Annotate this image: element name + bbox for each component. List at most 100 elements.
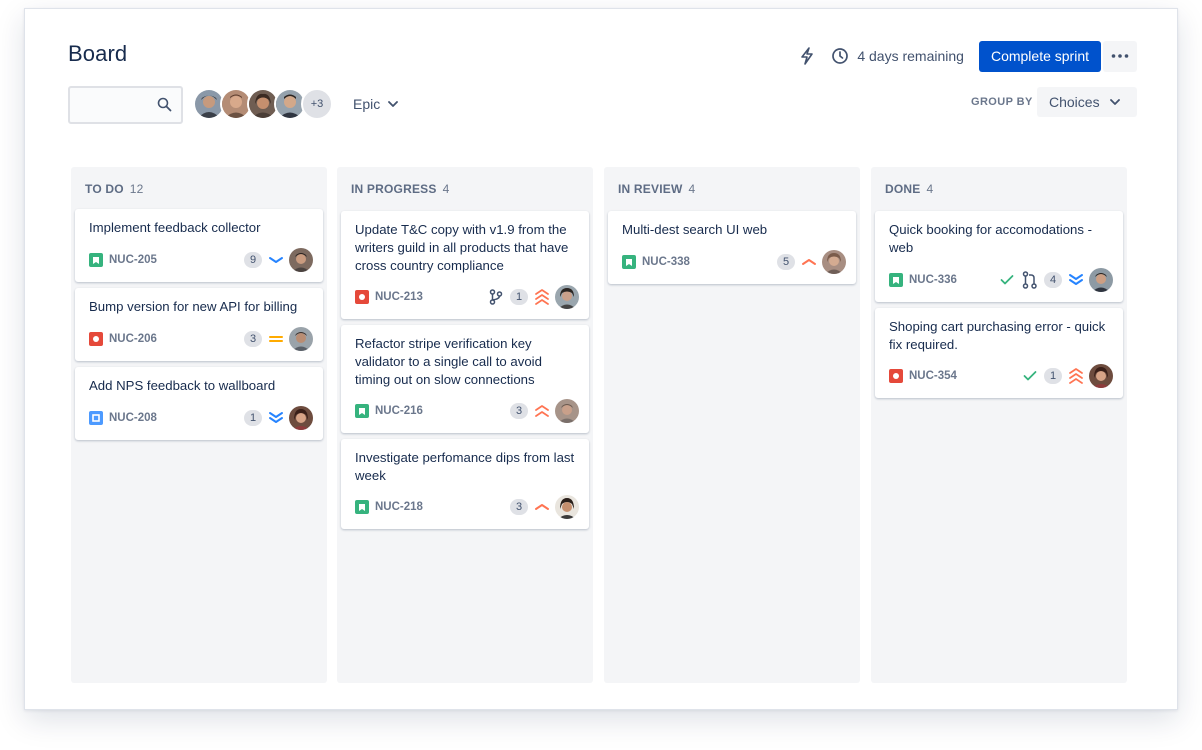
column-count: 4 [442,182,450,196]
card-title: Implement feedback collector [89,220,261,235]
story-icon [355,404,369,418]
issue-card[interactable]: Quick booking for accomodations - web NU… [875,211,1123,302]
column-header: IN PROGRESS 4 [351,182,449,196]
complete-sprint-button[interactable]: Complete sprint [978,40,1101,72]
chevron-down-icon [388,101,399,107]
column-in-review: IN REVIEW 4 Multi-dest search UI web NUC-… [604,167,860,683]
card-footer: NUC-218 3 [355,495,579,519]
column-name: DONE [885,182,921,196]
lightning-icon[interactable] [797,46,817,66]
column-name: TO DO [85,182,124,196]
task-icon [89,411,103,425]
done-check-icon [998,271,1016,289]
issue-key: NUC-206 [109,333,157,345]
issue-card[interactable]: Implement feedback collector NUC-205 9 [75,209,323,282]
card-footer: NUC-205 9 [89,248,313,272]
issue-key: NUC-218 [375,501,423,513]
priority-medium-icon [267,331,285,347]
priority-highest-icon [1067,368,1085,384]
more-icon [1111,54,1129,58]
search-input[interactable] [68,86,183,124]
assignee-avatar[interactable] [555,399,579,423]
assignee-avatar[interactable] [289,248,313,272]
column-header: IN REVIEW 4 [618,182,695,196]
card-title: Refactor stripe verification key validat… [355,336,542,387]
column-in-progress: IN PROGRESS 4 Update T&C copy with v1.9 f… [337,167,593,683]
priority-high-icon [533,499,551,515]
assignee-avatar[interactable] [1089,364,1113,388]
card-title: Shoping cart purchasing error - quick fi… [889,319,1106,352]
epic-filter-dropdown[interactable]: Epic [353,96,399,112]
column-count: 12 [129,182,144,196]
story-icon [89,253,103,267]
story-icon [355,500,369,514]
bug-icon [89,332,103,346]
card-footer: NUC-206 3 [89,327,313,351]
card-title: Bump version for new API for billing [89,299,298,314]
assignee-avatar[interactable] [1089,268,1113,292]
priority-highest-icon [533,289,551,305]
bug-icon [889,369,903,383]
issue-card[interactable]: Update T&C copy with v1.9 from the write… [341,211,589,319]
assignee-avatar[interactable] [822,250,846,274]
group-by-dropdown[interactable]: Choices [1037,87,1137,117]
card-footer: NUC-336 4 [889,268,1113,292]
issue-key: NUC-205 [109,254,157,266]
column-count: 4 [688,182,696,196]
card-title: Multi-dest search UI web [622,222,768,237]
sprint-remaining-text: 4 days remaining [857,48,964,64]
issue-card[interactable]: Bump version for new API for billing NUC… [75,288,323,361]
issue-card[interactable]: Refactor stripe verification key validat… [341,325,589,433]
estimate-badge: 9 [244,252,262,268]
column-name: IN PROGRESS [351,182,437,196]
estimate-badge: 5 [777,254,795,270]
priority-low-icon [267,252,285,268]
assignee-avatar[interactable] [289,406,313,430]
card-title: Quick booking for accomodations - web [889,222,1093,255]
priority-high-icon [800,254,818,270]
assignee-avatar[interactable] [555,285,579,309]
search-icon [157,97,172,117]
issue-card[interactable]: Multi-dest search UI web NUC-338 5 [608,211,856,284]
bug-icon [355,290,369,304]
column-header: DONE 4 [885,182,933,196]
estimate-badge: 1 [510,289,528,305]
epic-filter-label: Epic [353,96,381,112]
header-actions: 4 days remaining Complete sprint [797,40,1137,72]
column-header: TO DO 12 [85,182,144,196]
issue-key: NUC-338 [642,256,690,268]
card-title: Update T&C copy with v1.9 from the write… [355,222,569,273]
card-footer: NUC-213 1 [355,285,579,309]
column-to-do: TO DO 12 Implement feedback collector NUC… [71,167,327,683]
pull-request-icon [1021,271,1039,289]
card-title: Investigate perfomance dips from last we… [355,450,575,483]
priority-lowest-icon [1067,272,1085,288]
issue-key: NUC-216 [375,405,423,417]
assignee-avatar[interactable] [555,495,579,519]
column-name: IN REVIEW [618,182,683,196]
issue-key: NUC-336 [909,274,957,286]
assignee-avatar[interactable] [289,327,313,351]
card-footer: NUC-216 3 [355,399,579,423]
more-assignees-badge[interactable]: +3 [301,88,333,120]
group-by-value: Choices [1049,94,1100,110]
card-title: Add NPS feedback to wallboard [89,378,276,393]
estimate-badge: 3 [510,499,528,515]
estimate-badge: 1 [1044,368,1062,384]
issue-key: NUC-213 [375,291,423,303]
done-check-icon [1021,367,1039,385]
issue-card[interactable]: Shoping cart purchasing error - quick fi… [875,308,1123,398]
estimate-badge: 3 [510,403,528,419]
issue-card[interactable]: Investigate perfomance dips from last we… [341,439,589,529]
story-icon [622,255,636,269]
estimate-badge: 1 [244,410,262,426]
card-footer: NUC-208 1 [89,406,313,430]
issue-key: NUC-354 [909,370,957,382]
issue-card[interactable]: Add NPS feedback to wallboard NUC-208 1 [75,367,323,440]
priority-lowest-icon [267,410,285,426]
board-window: Board 4 days remaining Complete sprint +… [24,8,1178,710]
assignee-filter: +3 [193,88,333,120]
card-footer: NUC-354 1 [889,364,1113,388]
page-title: Board [68,41,128,66]
more-actions-button[interactable] [1103,40,1137,72]
